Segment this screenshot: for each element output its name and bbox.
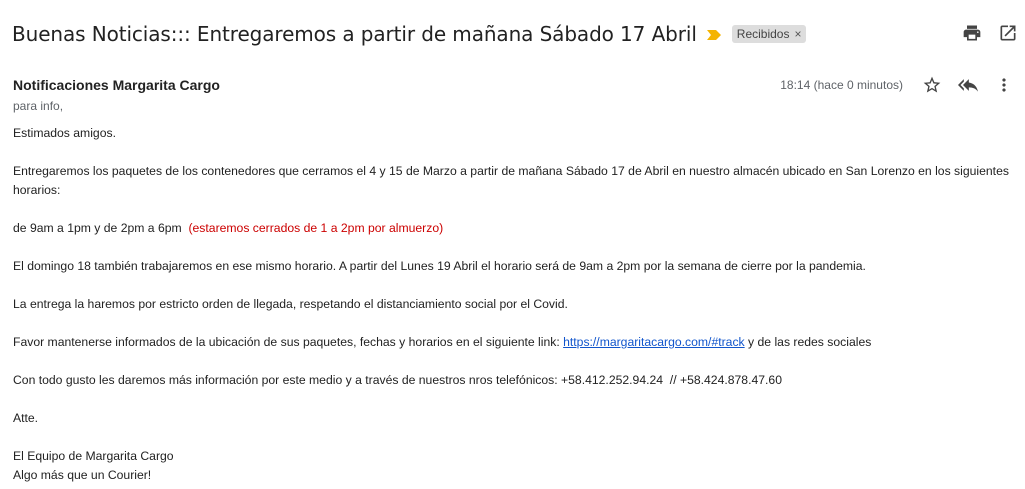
body-paragraph-delivery: Entregaremos los paquetes de los contene…: [13, 164, 1009, 197]
message-actions: [921, 74, 1015, 96]
reply-all-icon[interactable]: [957, 74, 979, 96]
email-subject: Buenas Noticias::: Entregaremos a partir…: [12, 22, 697, 46]
body-hours: de 9am a 1pm y de 2pm a 6pm (estaremos c…: [13, 219, 1018, 238]
body-closing: Atte.: [13, 411, 39, 425]
subject-row: Buenas Noticias::: Entregaremos a partir…: [12, 18, 1013, 50]
label-chip-text: Recibidos: [736, 27, 790, 41]
top-actions: [961, 22, 1019, 44]
body-paragraph-link: Favor mantenerse informados de la ubicac…: [13, 333, 1018, 352]
message-meta: 18:14 (hace 0 minutos): [780, 74, 1015, 96]
print-icon[interactable]: [961, 22, 983, 44]
hours-note: (estaremos cerrados de 1 a 2pm por almue…: [188, 221, 444, 235]
star-icon[interactable]: [921, 74, 943, 96]
label-chip-recibidos: Recibidos ×: [731, 25, 806, 43]
email-body: Estimados amigos. Entregaremos los paque…: [13, 124, 1018, 485]
sender-name[interactable]: Notificaciones Margarita Cargo: [13, 77, 220, 93]
tracking-link[interactable]: https://margaritacargo.com/#track: [563, 335, 745, 349]
signature-line-1: El Equipo de Margarita Cargo: [13, 449, 174, 463]
body-paragraph-order: La entrega la haremos por estricto orden…: [13, 297, 568, 311]
remove-label-icon[interactable]: ×: [794, 27, 801, 41]
open-in-new-window-icon[interactable]: [997, 22, 1019, 44]
timestamp: 18:14 (hace 0 minutos): [780, 78, 903, 92]
recipient-line[interactable]: para info,: [13, 99, 63, 113]
signature-line-2: Algo más que un Courier!: [13, 468, 152, 482]
body-paragraph-phones: Con todo gusto les daremos más informaci…: [13, 373, 782, 387]
link-outro: y de las redes sociales: [748, 335, 872, 349]
body-greeting: Estimados amigos.: [13, 126, 116, 140]
link-intro: Favor mantenerse informados de la ubicac…: [13, 335, 560, 349]
importance-marker-icon[interactable]: [706, 28, 722, 40]
email-view: Buenas Noticias::: Entregaremos a partir…: [0, 0, 1025, 489]
more-vert-icon[interactable]: [993, 74, 1015, 96]
hours-text: de 9am a 1pm y de 2pm a 6pm: [13, 221, 182, 235]
body-paragraph-sunday: El domingo 18 también trabajaremos en es…: [13, 259, 866, 273]
